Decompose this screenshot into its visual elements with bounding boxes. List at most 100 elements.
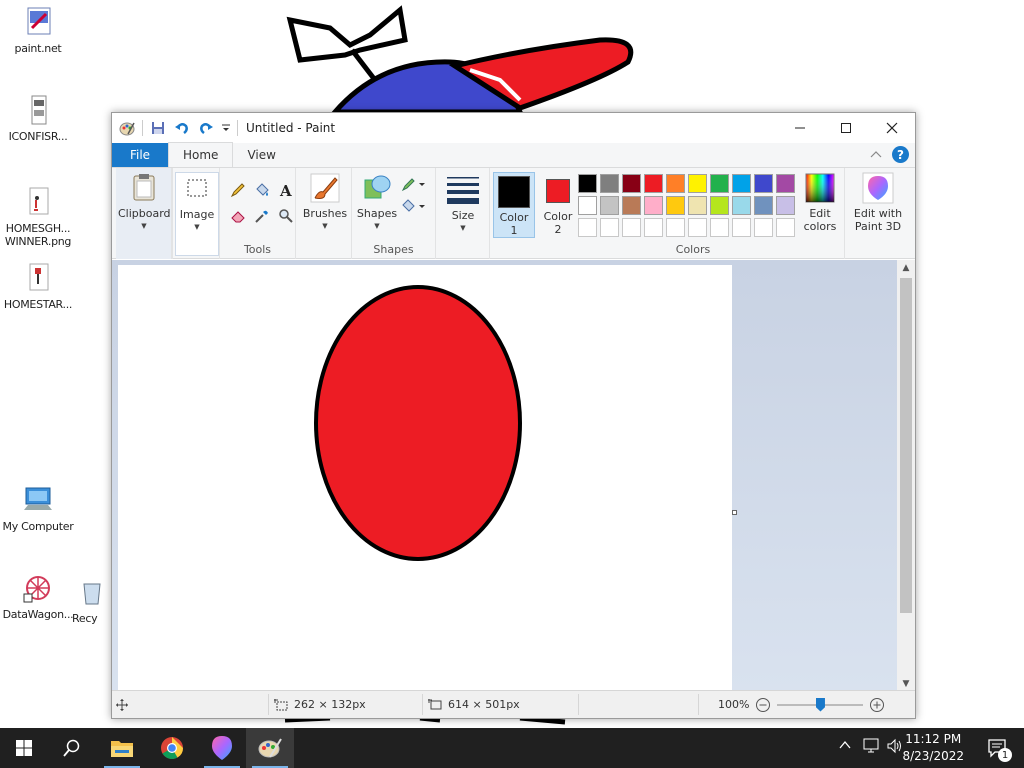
start-button[interactable] [0, 728, 48, 768]
text-tool[interactable]: A [276, 180, 296, 200]
scrollbar-thumb[interactable] [900, 278, 912, 613]
help-icon[interactable]: ? [892, 146, 909, 163]
color-picker-tool[interactable] [252, 206, 272, 226]
palette-swatch[interactable] [732, 196, 751, 215]
custom-color-slot[interactable] [776, 218, 795, 237]
collapse-ribbon-chevron-up-icon[interactable] [870, 148, 882, 161]
color2-button[interactable]: Color 2 [537, 172, 579, 238]
taskbar-clock[interactable]: 11:12 PM 8/23/2022 [902, 731, 964, 765]
palette-swatch[interactable] [666, 174, 685, 193]
magnifier-tool[interactable] [276, 206, 296, 226]
fill-bucket-icon [256, 183, 269, 196]
zoom-in-icon[interactable] [869, 697, 885, 713]
drawing-canvas[interactable] [118, 265, 732, 692]
paint3d-icon [862, 172, 894, 204]
rainbow-spectrum-icon [804, 172, 836, 204]
palette-swatch[interactable] [666, 196, 685, 215]
palette-swatch[interactable] [710, 196, 729, 215]
custom-color-slot[interactable] [754, 218, 773, 237]
palette-swatch[interactable] [578, 196, 597, 215]
zoom-slider-thumb[interactable] [815, 697, 825, 712]
palette-swatch[interactable] [776, 174, 795, 193]
custom-color-slot[interactable] [578, 218, 597, 237]
palette-swatch[interactable] [622, 174, 641, 193]
desktop-icon-paintnet[interactable]: paint.net [0, 6, 78, 55]
taskbar-chrome[interactable] [148, 728, 196, 768]
taskbar-paint3d[interactable] [198, 728, 246, 768]
custom-color-slot[interactable] [600, 218, 619, 237]
palette-swatch[interactable] [754, 174, 773, 193]
zoom-out-icon[interactable] [755, 697, 771, 713]
desktop-icon-iconfisr[interactable]: ICONFISR... [0, 94, 78, 143]
clipboard-button[interactable]: Clipboard ▼ [118, 172, 171, 233]
outline-button[interactable] [400, 174, 428, 194]
fill-button[interactable] [400, 196, 428, 216]
custom-color-slot[interactable] [666, 218, 685, 237]
undo-icon[interactable] [173, 119, 191, 137]
custom-color-slot[interactable] [688, 218, 707, 237]
edit-colors-button[interactable]: Edit colors [798, 172, 842, 233]
palette-swatch[interactable] [710, 174, 729, 193]
maximize-button[interactable] [823, 113, 869, 143]
save-icon[interactable] [149, 119, 167, 137]
chevron-down-icon: ▼ [460, 224, 466, 232]
volume-icon[interactable] [886, 738, 904, 758]
image-button[interactable]: Image ▼ [175, 172, 219, 256]
close-button[interactable] [869, 113, 915, 143]
show-hidden-icons-chevron-up-icon[interactable] [838, 738, 852, 756]
tab-view[interactable]: View [233, 143, 289, 167]
size-button[interactable]: Size ▼ [440, 174, 486, 235]
group-clipboard: Clipboard ▼ [116, 168, 172, 259]
palette-swatch[interactable] [600, 196, 619, 215]
shapes-button[interactable]: Shapes ▼ [356, 172, 398, 233]
palette-swatch[interactable] [688, 196, 707, 215]
customize-toolbar-chevron-icon[interactable] [221, 119, 231, 137]
desktop-icon-label: Recy [72, 612, 98, 625]
desktop-icon-homestar[interactable]: HOMESTAR... [0, 262, 78, 311]
palette-swatch[interactable] [622, 196, 641, 215]
notification-center-button[interactable]: 1 [972, 728, 1024, 768]
clipboard-label: Clipboard [118, 207, 171, 220]
custom-color-slot[interactable] [732, 218, 751, 237]
search-button[interactable] [48, 728, 96, 768]
tab-file[interactable]: File [112, 143, 168, 167]
pencil-tool[interactable] [228, 180, 248, 200]
png-file-icon [22, 186, 54, 218]
fill-tool[interactable] [252, 180, 272, 200]
desktop-icon-recycle-bin[interactable]: Recy [72, 576, 112, 625]
taskbar-paint[interactable] [246, 728, 294, 768]
tab-home[interactable]: Home [168, 142, 234, 167]
edit-with-paint3d-button[interactable]: Edit with Paint 3D [847, 172, 909, 233]
custom-color-slot[interactable] [710, 218, 729, 237]
zoom-slider[interactable] [777, 697, 864, 713]
desktop-icon-homesgh[interactable]: HOMESGH... WINNER.png [0, 186, 78, 248]
palette-swatch[interactable] [644, 196, 663, 215]
scroll-up-arrow[interactable]: ▲ [897, 260, 915, 276]
paint-app-icon[interactable] [118, 119, 136, 137]
palette-swatch[interactable] [688, 174, 707, 193]
magnifier-icon [279, 209, 293, 223]
palette-swatch[interactable] [776, 196, 795, 215]
desktop-icon-label: HOMESGH... WINNER.png [4, 222, 72, 248]
minimize-button[interactable] [777, 113, 823, 143]
custom-color-slot[interactable] [622, 218, 641, 237]
chevron-down-icon: ▼ [194, 223, 200, 231]
palette-swatch[interactable] [578, 174, 597, 193]
color1-button[interactable]: Color 1 [493, 172, 535, 238]
vertical-scrollbar[interactable]: ▲ ▼ [897, 260, 915, 692]
palette-swatch[interactable] [754, 196, 773, 215]
custom-color-slot[interactable] [644, 218, 663, 237]
divider [268, 694, 269, 715]
brushes-button[interactable]: Brushes ▼ [300, 172, 350, 233]
canvas-resize-handle[interactable] [732, 510, 737, 515]
close-icon [886, 122, 898, 134]
redo-icon[interactable] [197, 119, 215, 137]
taskbar-file-explorer[interactable] [98, 728, 146, 768]
palette-swatch[interactable] [600, 174, 619, 193]
desktop-icon-my-computer[interactable]: My Computer [0, 484, 78, 533]
desktop-icon-datawagon[interactable]: DataWagon... [0, 572, 78, 621]
eraser-tool[interactable] [228, 206, 248, 226]
palette-swatch[interactable] [644, 174, 663, 193]
network-icon[interactable] [862, 738, 880, 758]
palette-swatch[interactable] [732, 174, 751, 193]
